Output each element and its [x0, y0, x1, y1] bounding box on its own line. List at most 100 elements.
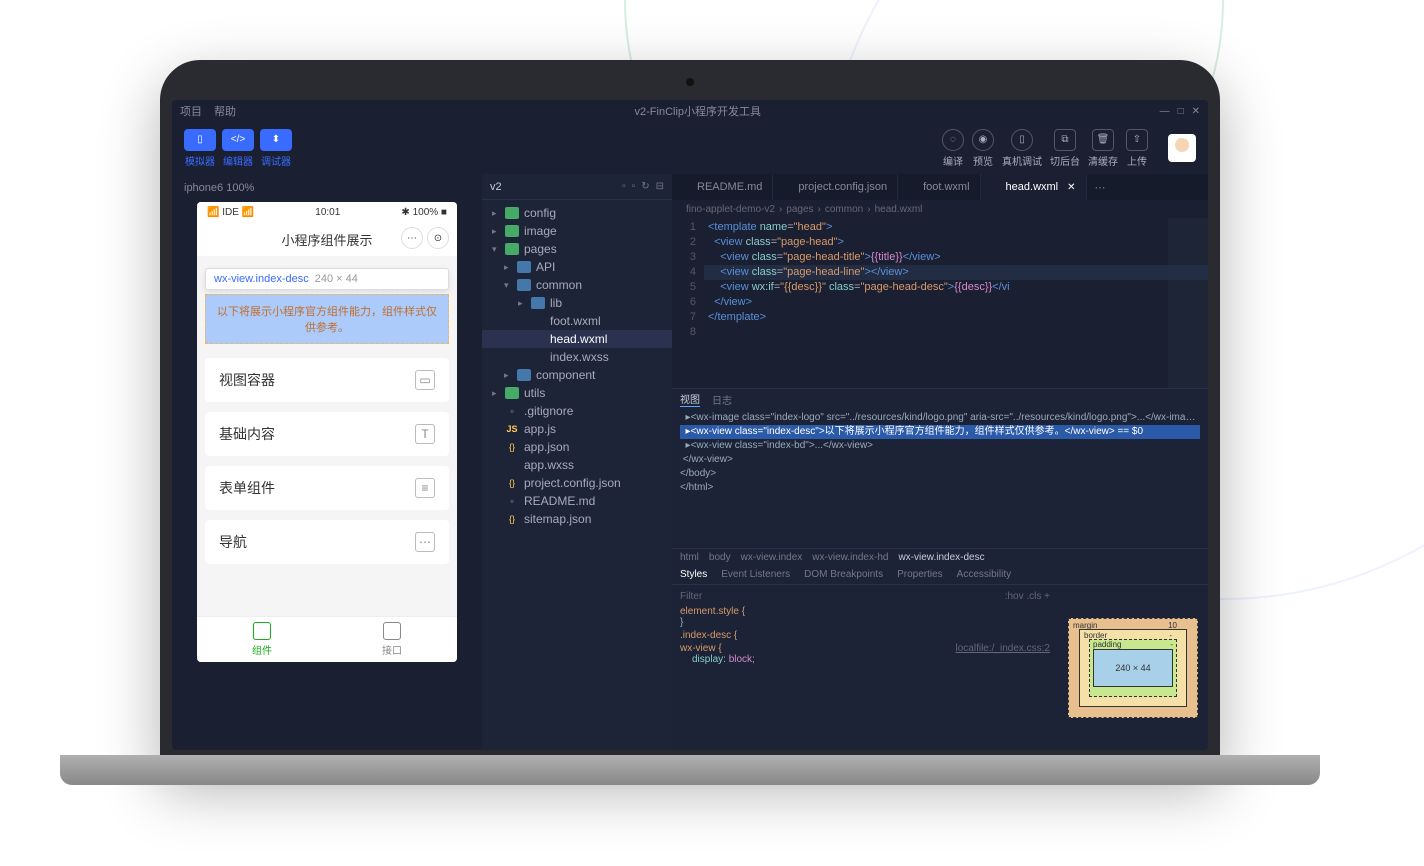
tree-node[interactable]: ▸lib	[482, 294, 672, 312]
crumb-body[interactable]: body	[709, 552, 731, 563]
tree-node[interactable]: ▸utils	[482, 384, 672, 402]
close-icon[interactable]: ✕	[1192, 106, 1200, 117]
tree-node[interactable]: ▫README.md	[482, 492, 672, 510]
tab-view[interactable]: 视图	[680, 391, 700, 407]
dom-node[interactable]: ▸<wx-view class="index-desc">以下将展示小程序官方组…	[680, 425, 1200, 439]
window-controls: — □ ✕	[1160, 106, 1200, 117]
tree-node[interactable]: ▸config	[482, 204, 672, 222]
menu-project[interactable]: 项目	[180, 103, 202, 119]
ide-window: 项目 帮助 v2-FinClip小程序开发工具 — □ ✕ ▯ 模拟器 </> …	[172, 100, 1208, 750]
dt-tab-a11y[interactable]: Accessibility	[957, 569, 1011, 580]
filter-opts[interactable]: :hov .cls +	[1005, 591, 1050, 602]
code-area[interactable]: <template name="head"> <view class="page…	[704, 218, 1208, 388]
editor-tab[interactable]: foot.wxml	[898, 174, 980, 200]
device-info: iphone6 100%	[180, 180, 474, 202]
mode-simulator[interactable]: ▯ 模拟器	[184, 129, 216, 168]
editor-tabs: README.mdproject.config.jsonfoot.wxmlhea…	[672, 174, 1208, 200]
file-icon: JS	[505, 423, 519, 435]
code-editor[interactable]: 12345678 <template name="head"> <view cl…	[672, 218, 1208, 388]
tree-node[interactable]: JSapp.js	[482, 420, 672, 438]
chevron-icon: ▸	[492, 208, 500, 219]
dom-node[interactable]: ▸<wx-view class="index-bd">...</wx-view>	[680, 439, 1200, 453]
phone-list-item[interactable]: 视图容器▭	[205, 358, 449, 402]
filter-input[interactable]: Filter	[680, 591, 702, 602]
tree-node[interactable]: head.wxml	[482, 330, 672, 348]
editor-tab[interactable]: project.config.json	[773, 174, 898, 200]
close-tab-icon[interactable]: ✕	[1067, 182, 1075, 193]
phone-frame: 📶 IDE 📶 10:01 ✱ 100% ■ 小程序组件展示 ⋯ ⊙ wx	[197, 202, 457, 662]
minimap[interactable]	[1168, 218, 1208, 388]
inspect-selector: wx-view.index-desc	[214, 273, 309, 285]
crumb-index-desc[interactable]: wx-view.index-desc	[898, 552, 984, 563]
dt-tab-events[interactable]: Event Listeners	[721, 569, 790, 580]
box-model[interactable]: margin 10 border - padding -	[1068, 618, 1198, 718]
action-preview[interactable]: ◉ 预览	[972, 129, 994, 168]
inspector-body[interactable]: ▸<wx-image class="index-logo" src="../re…	[672, 409, 1208, 548]
chevron-icon: ▾	[504, 280, 512, 291]
main-area: iphone6 100% 📶 IDE 📶 10:01 ✱ 100% ■ 小程序组…	[172, 174, 1208, 750]
file-icon: {}	[505, 513, 519, 525]
window-title: v2-FinClip小程序开发工具	[236, 103, 1160, 119]
mode-debugger[interactable]: ⬍ 调试器	[260, 129, 292, 168]
tree-node[interactable]: ▾common	[482, 276, 672, 294]
tab-log[interactable]: 日志	[712, 392, 732, 407]
maximize-icon[interactable]: □	[1178, 106, 1184, 117]
status-time: 10:01	[315, 207, 340, 218]
action-background[interactable]: ⧉ 切后台	[1050, 129, 1080, 168]
tab-components[interactable]: 组件	[197, 617, 327, 662]
tree-node[interactable]: {}app.json	[482, 438, 672, 456]
editor-tab[interactable]: head.wxml✕	[981, 174, 1087, 200]
styles-pane[interactable]: Filter :hov .cls + element.style {} .inde…	[672, 585, 1058, 750]
tree-node[interactable]: {}project.config.json	[482, 474, 672, 492]
mode-editor[interactable]: </> 编辑器	[222, 129, 254, 168]
dom-node[interactable]: ▸<wx-image class="index-logo" src="../re…	[680, 411, 1200, 425]
crumb-index-hd[interactable]: wx-view.index-hd	[812, 552, 888, 563]
phone-list-item[interactable]: 导航⋯	[205, 520, 449, 564]
capsule-more-icon[interactable]: ⋯	[401, 227, 423, 249]
new-folder-icon[interactable]: ▫	[632, 181, 636, 192]
user-avatar[interactable]	[1168, 134, 1196, 162]
crumb-html[interactable]: html	[680, 552, 699, 563]
dt-tab-props[interactable]: Properties	[897, 569, 943, 580]
action-upload[interactable]: ⇧ 上传	[1126, 129, 1148, 168]
tab-overflow-icon[interactable]: ⋯	[1087, 174, 1114, 200]
phone-list-item[interactable]: 表单组件≡	[205, 466, 449, 510]
capsule-close-icon[interactable]: ⊙	[427, 227, 449, 249]
refresh-icon[interactable]: ↻	[641, 181, 649, 192]
css-rule[interactable]: .index-desc {</span></div><div class="pr…	[680, 630, 1050, 641]
tree-node[interactable]: ▫.gitignore	[482, 402, 672, 420]
tab-api[interactable]: 接口	[327, 617, 457, 662]
minimize-icon[interactable]: —	[1160, 106, 1170, 117]
tree-node[interactable]: ▸component	[482, 366, 672, 384]
dt-tab-styles[interactable]: Styles	[680, 569, 707, 580]
components-icon	[253, 622, 271, 640]
file-explorer: v2 ▫ ▫ ↻ ⊟ ▸config▸image▾pages▸API▾commo…	[482, 174, 672, 750]
file-icon	[908, 182, 918, 192]
highlighted-element[interactable]: 以下将展示小程序官方组件能力，组件样式仅供参考。	[205, 294, 449, 344]
tree-node[interactable]: index.wxss	[482, 348, 672, 366]
action-remote-debug[interactable]: ▯ 真机调试	[1002, 129, 1042, 168]
laptop-mockup: 项目 帮助 v2-FinClip小程序开发工具 — □ ✕ ▯ 模拟器 </> …	[160, 60, 1220, 770]
menu-help[interactable]: 帮助	[214, 103, 236, 119]
tree-node[interactable]: app.wxss	[482, 456, 672, 474]
dom-node[interactable]: </wx-view>	[680, 453, 1200, 467]
tree-node[interactable]: ▾pages	[482, 240, 672, 258]
collapse-icon[interactable]: ⊟	[656, 181, 664, 192]
css-rule[interactable]: wx-view {localfile:/_index.css:2display:…	[680, 643, 1050, 665]
css-rule[interactable]: element.style {}	[680, 606, 1050, 628]
editor-tab[interactable]: README.md	[672, 174, 773, 200]
crumb-index[interactable]: wx-view.index	[741, 552, 803, 563]
new-file-icon[interactable]: ▫	[622, 181, 626, 192]
dom-node[interactable]: </body>	[680, 467, 1200, 481]
tree-node[interactable]: ▸image	[482, 222, 672, 240]
chevron-icon: ▸	[518, 298, 526, 309]
dom-node[interactable]: </html>	[680, 481, 1200, 495]
action-compile[interactable]: ◌ 编译	[942, 129, 964, 168]
explorer-root: v2	[490, 181, 502, 193]
tree-node[interactable]: {}sitemap.json	[482, 510, 672, 528]
action-clear-cache[interactable]: 🗑 清缓存	[1088, 129, 1118, 168]
tree-node[interactable]: ▸API	[482, 258, 672, 276]
tree-node[interactable]: foot.wxml	[482, 312, 672, 330]
dt-tab-dom-bp[interactable]: DOM Breakpoints	[804, 569, 883, 580]
phone-list-item[interactable]: 基础内容T	[205, 412, 449, 456]
